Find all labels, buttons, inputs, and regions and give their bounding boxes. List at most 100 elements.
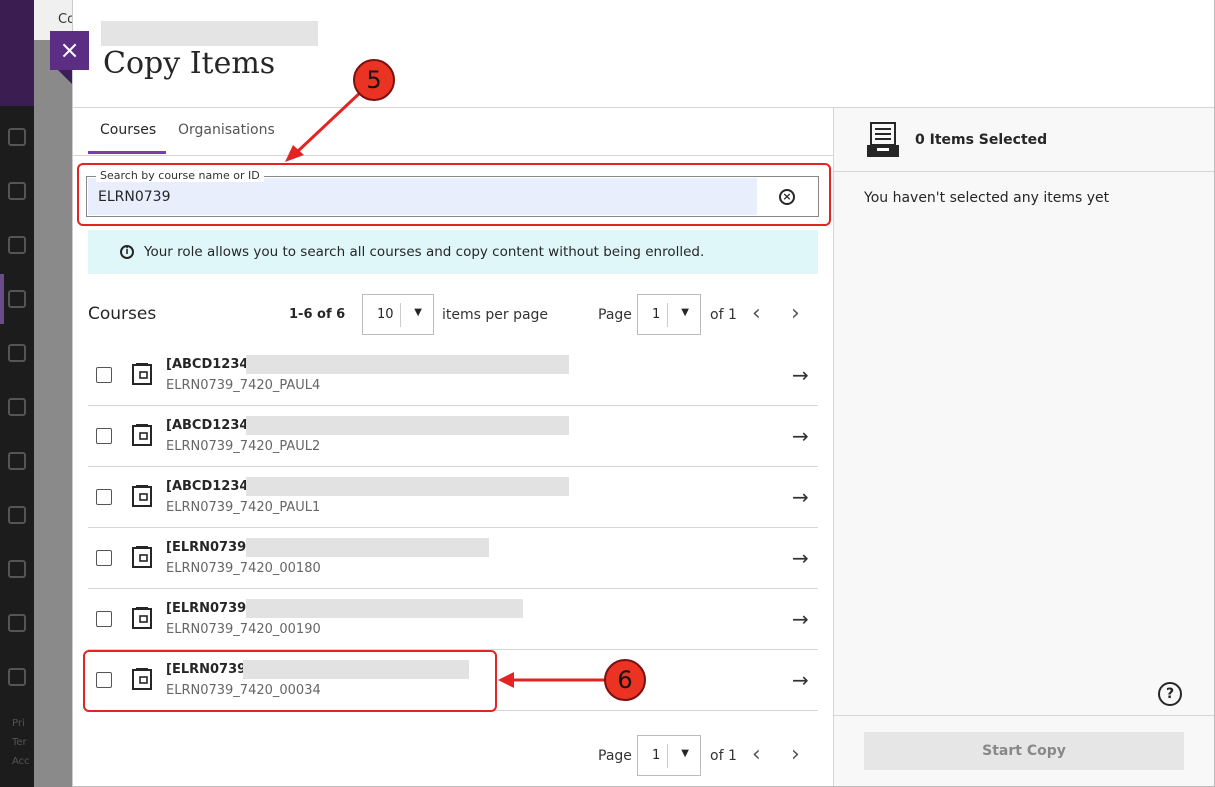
- course-checkbox[interactable]: [96, 611, 112, 627]
- page-label: Page: [598, 307, 632, 323]
- next-page-icon[interactable]: ›: [791, 303, 800, 325]
- courses-heading: Courses: [88, 304, 157, 324]
- info-icon: i: [120, 245, 134, 259]
- footer-page-total: of 1: [710, 748, 737, 764]
- info-text: Your role allows you to search all cours…: [144, 244, 705, 260]
- empty-selection-message: You haven't selected any items yet: [864, 190, 1110, 206]
- redacted-course-name: [246, 477, 569, 496]
- tab-courses[interactable]: Courses: [100, 122, 156, 138]
- institution-icon: [8, 128, 26, 146]
- course-checkbox[interactable]: [96, 489, 112, 505]
- messages-icon: [8, 452, 26, 470]
- caret-down-icon: ▼: [681, 748, 689, 759]
- footer-page-label: Page: [598, 748, 632, 764]
- caret-down-icon: ▼: [414, 307, 422, 318]
- select-divider: [667, 303, 668, 327]
- select-divider: [400, 303, 401, 327]
- course-book-icon: [132, 424, 152, 446]
- background-footer-line: Ter: [12, 737, 27, 748]
- items-per-page-select[interactable]: 10 ▼: [362, 294, 434, 335]
- edit-icon: [8, 560, 26, 578]
- annotation-badge-5: 5: [353, 59, 395, 101]
- course-code: [ABCD1234]: [166, 418, 255, 433]
- course-code: [ELRN0739]: [166, 540, 253, 555]
- close-icon: ×: [59, 36, 80, 64]
- background-footer-line: Pri: [12, 718, 25, 729]
- annotation-box-course-row: [83, 650, 497, 712]
- globe-icon: [8, 236, 26, 254]
- background-footer-line: Acc: [12, 756, 30, 767]
- course-checkbox[interactable]: [96, 367, 112, 383]
- page-value: 1: [652, 307, 661, 322]
- arrow-right-icon[interactable]: →: [792, 607, 809, 631]
- calendar-icon: [8, 398, 26, 416]
- course-id: ELRN0739_7420_PAUL2: [166, 439, 321, 454]
- course-id: ELRN0739_7420_PAUL4: [166, 378, 321, 393]
- annotation-box-search: [77, 163, 831, 226]
- redacted-course-name: [246, 355, 569, 374]
- course-row[interactable]: [ABCD1234] ELRN0739_7420_PAUL1 →: [88, 467, 818, 528]
- results-range: 1-6 of 6: [289, 307, 346, 322]
- annotation-badge-6: 6: [604, 659, 646, 701]
- redacted-course-name: [246, 538, 489, 557]
- selection-header-divider: [833, 171, 1214, 172]
- close-button-tail: [58, 70, 72, 84]
- items-tray-icon: [867, 122, 899, 157]
- footer-page-value: 1: [652, 748, 661, 763]
- page-total: of 1: [710, 307, 737, 323]
- course-id: ELRN0739_7420_00190: [166, 622, 321, 637]
- course-id: ELRN0739_7420_00180: [166, 561, 321, 576]
- caret-down-icon: ▼: [681, 307, 689, 318]
- course-book-icon: [132, 485, 152, 507]
- background-active-indicator: [0, 274, 4, 324]
- items-per-page-value: 10: [377, 307, 394, 322]
- course-book-icon: [132, 607, 152, 629]
- user-icon: [8, 614, 26, 632]
- course-row[interactable]: [ELRN0739] ELRN0739_7420_00190 →: [88, 589, 818, 650]
- help-icon[interactable]: ?: [1158, 682, 1182, 706]
- course-checkbox[interactable]: [96, 428, 112, 444]
- course-book-icon: [132, 363, 152, 385]
- selection-footer-divider: [833, 715, 1214, 716]
- background-nav-rail: Pri Ter Acc: [0, 0, 34, 787]
- selection-panel: [833, 108, 1214, 786]
- grades-icon: [8, 506, 26, 524]
- arrow-right-icon[interactable]: →: [792, 424, 809, 448]
- footer-previous-page-icon[interactable]: ‹: [752, 744, 761, 766]
- footer-page-select[interactable]: 1 ▼: [637, 735, 701, 776]
- tabs-divider: [73, 155, 833, 156]
- close-button[interactable]: ×: [50, 31, 89, 70]
- redacted-breadcrumb: [101, 21, 318, 46]
- arrow-right-icon[interactable]: →: [792, 546, 809, 570]
- arrow-right-icon[interactable]: →: [792, 363, 809, 387]
- select-divider: [667, 744, 668, 768]
- background-content: Co: [34, 0, 75, 787]
- footer-next-page-icon[interactable]: ›: [791, 744, 800, 766]
- previous-page-icon[interactable]: ‹: [752, 303, 761, 325]
- course-id: ELRN0739_7420_PAUL1: [166, 500, 321, 515]
- course-row[interactable]: [ABCD1234] ELRN0739_7420_PAUL2 →: [88, 406, 818, 467]
- start-copy-button[interactable]: Start Copy: [864, 732, 1184, 770]
- items-per-page-label: items per page: [442, 307, 549, 323]
- page-select[interactable]: 1 ▼: [637, 294, 701, 335]
- background-brand-area: [0, 0, 34, 106]
- redacted-course-name: [246, 599, 523, 618]
- tab-organisations[interactable]: Organisations: [178, 122, 275, 138]
- courses-icon: [8, 290, 26, 308]
- sign-out-icon: [8, 668, 26, 686]
- groups-icon: [8, 344, 26, 362]
- page-title: Copy Items: [103, 46, 276, 81]
- arrow-right-icon[interactable]: →: [792, 485, 809, 509]
- course-row[interactable]: [ELRN0739] ELRN0739_7420_00180 →: [88, 528, 818, 589]
- course-code: [ELRN0739]: [166, 601, 253, 616]
- arrow-right-icon[interactable]: →: [792, 668, 809, 692]
- course-row[interactable]: [ABCD1234] ELRN0739_7420_PAUL4 →: [88, 345, 818, 406]
- info-banner: i Your role allows you to search all cou…: [88, 230, 818, 274]
- course-code: [ABCD1234]: [166, 479, 255, 494]
- course-code: [ABCD1234]: [166, 357, 255, 372]
- items-selected-count: 0 Items Selected: [915, 132, 1048, 148]
- course-checkbox[interactable]: [96, 550, 112, 566]
- course-book-icon: [132, 546, 152, 568]
- redacted-course-name: [246, 416, 569, 435]
- active-tab-underline: [88, 151, 166, 154]
